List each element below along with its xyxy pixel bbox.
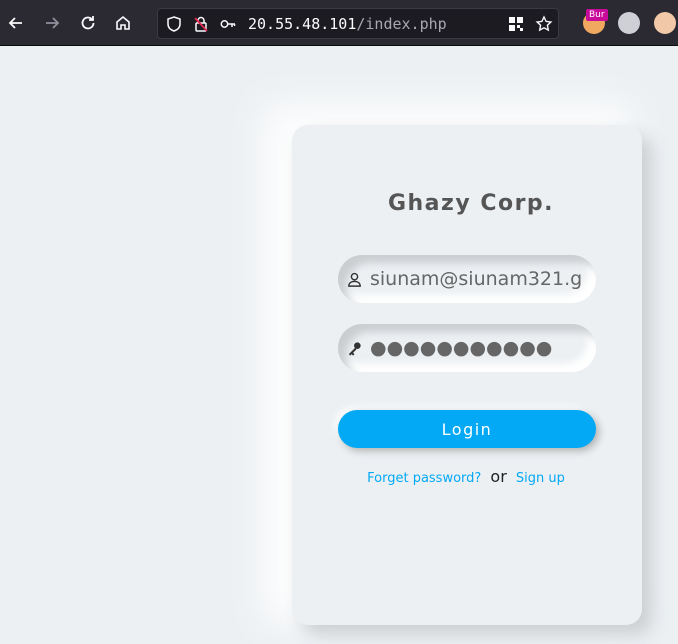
or-separator: or (490, 467, 507, 486)
extension-badge: Bur (586, 9, 608, 21)
password-input[interactable] (370, 324, 592, 372)
bookmark-star-icon[interactable] (532, 12, 556, 36)
sign-up-link[interactable]: Sign up (516, 471, 565, 486)
forgot-password-link[interactable]: Forget password? (367, 471, 481, 486)
cookie-icon[interactable] (618, 12, 640, 34)
shield-icon[interactable] (162, 12, 186, 36)
url-path: /index.php (356, 15, 447, 33)
password-field[interactable] (338, 324, 596, 372)
key-icon[interactable] (216, 12, 240, 36)
user-icon (344, 269, 364, 289)
forward-icon[interactable] (40, 11, 64, 35)
browser-toolbar: 20.55.48.101/index.php Bur (0, 0, 678, 46)
url-bar[interactable]: 20.55.48.101/index.php (157, 8, 559, 39)
url-host: 20.55.48.101 (248, 15, 357, 33)
email-field[interactable] (338, 255, 596, 303)
login-card: Ghazy Corp. Login Forget password? or Si… (292, 125, 642, 625)
brand-title: Ghazy Corp. (387, 191, 555, 216)
reload-icon[interactable] (76, 11, 100, 35)
profile-avatar-icon[interactable] (654, 12, 676, 34)
url-text: 20.55.48.101/index.php (248, 15, 447, 33)
home-icon[interactable] (111, 11, 135, 35)
email-input[interactable] (370, 255, 592, 303)
auth-links: Forget password? or Sign up (292, 467, 640, 486)
key-icon (344, 338, 364, 358)
login-button[interactable]: Login (338, 410, 596, 448)
insecure-lock-icon[interactable] (189, 12, 213, 36)
back-icon[interactable] (4, 11, 28, 35)
qr-code-icon[interactable] (504, 12, 528, 36)
